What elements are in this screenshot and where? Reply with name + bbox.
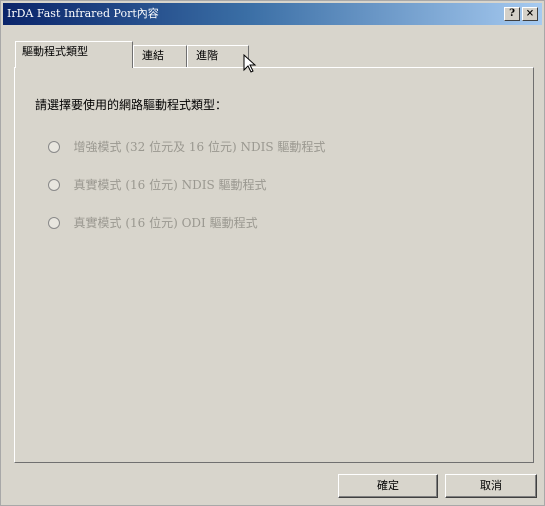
radio-label: 增強模式 (32 位元及 16 位元) NDIS 驅動程式	[73, 140, 326, 154]
help-icon[interactable]: ?	[504, 7, 520, 21]
driver-type-prompt: 請選擇要使用的網路驅動程式類型：	[35, 98, 228, 112]
window-title: IrDA Fast Infrared Port內容	[7, 7, 159, 20]
properties-dialog: IrDA Fast Infrared Port內容 ? × 驅動程式類型 連結 …	[0, 0, 545, 506]
tab-driver-type[interactable]: 驅動程式類型	[15, 41, 133, 68]
radio-button[interactable]	[48, 178, 60, 191]
radio-button[interactable]	[48, 140, 60, 153]
title-bar[interactable]: IrDA Fast Infrared Port內容 ? ×	[3, 3, 542, 25]
cancel-button[interactable]: 取消	[445, 474, 537, 498]
tab-panel: 請選擇要使用的網路驅動程式類型： 增強模式 (32 位元及 16 位元) NDI…	[14, 67, 534, 463]
radio-label: 真實模式 (16 位元) ODI 驅動程式	[73, 216, 258, 230]
tab-connection[interactable]: 連結	[133, 45, 187, 67]
radio-option-enhanced-mode[interactable]: 增強模式 (32 位元及 16 位元) NDIS 驅動程式	[48, 138, 325, 154]
radio-button[interactable]	[48, 216, 60, 229]
mouse-pointer-icon	[243, 54, 257, 73]
radio-option-real-mode-odi[interactable]: 真實模式 (16 位元) ODI 驅動程式	[48, 214, 258, 230]
ok-button[interactable]: 確定	[338, 474, 438, 498]
tab-advanced[interactable]: 進階	[187, 45, 249, 67]
radio-label: 真實模式 (16 位元) NDIS 驅動程式	[73, 178, 267, 192]
close-icon[interactable]: ×	[522, 7, 538, 21]
radio-option-real-mode-ndis[interactable]: 真實模式 (16 位元) NDIS 驅動程式	[48, 176, 266, 192]
